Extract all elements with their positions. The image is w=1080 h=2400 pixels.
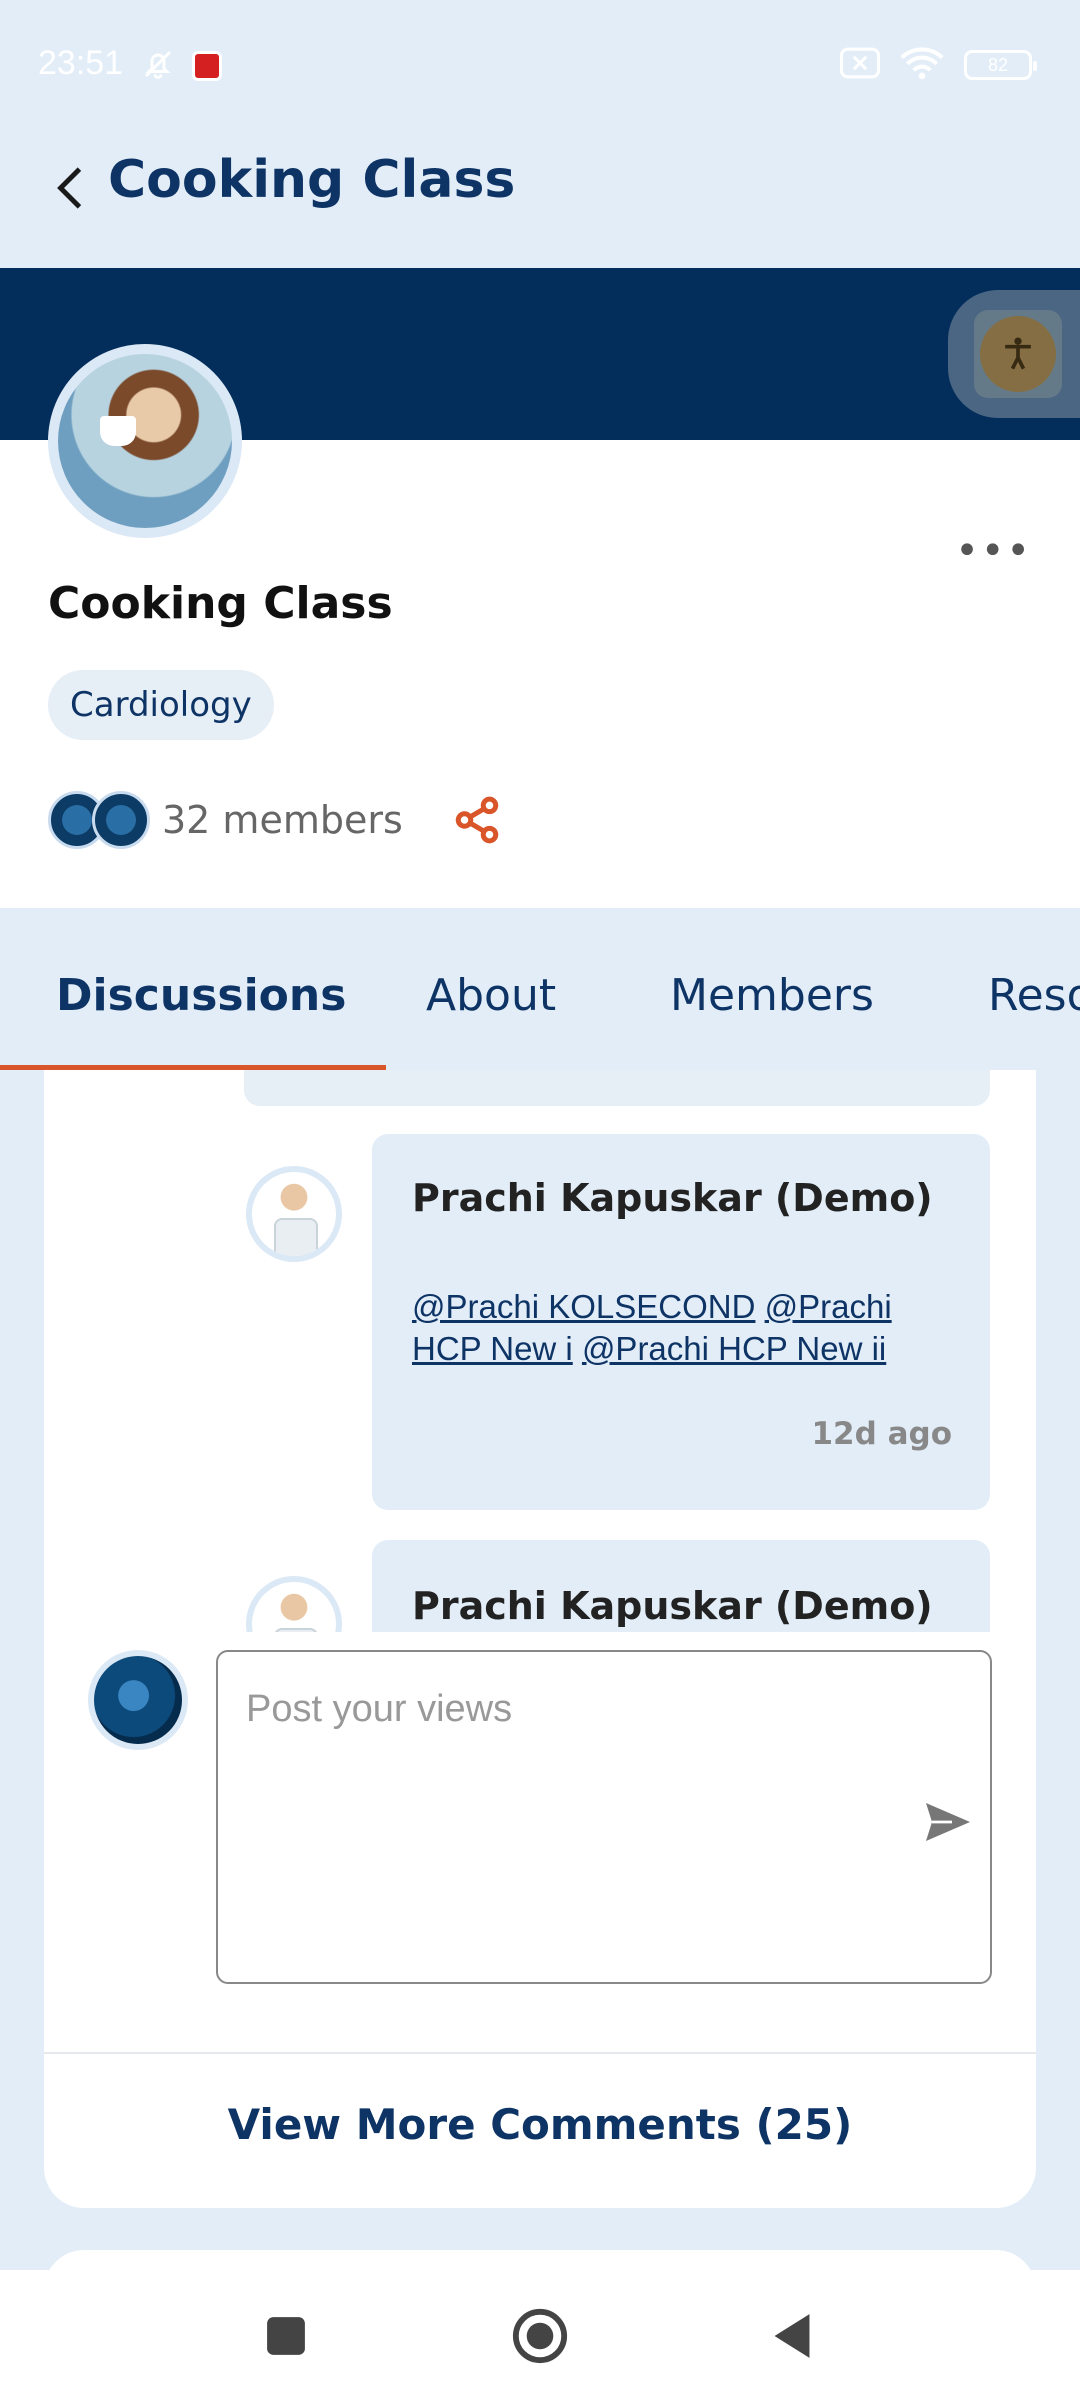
comment-item: Prachi Kapuskar (Demo) [44, 1540, 1036, 1632]
comment-text: @Prachi KOLSECOND @Prachi HCP New i @Pra… [412, 1286, 952, 1370]
commenter-avatar[interactable] [246, 1166, 342, 1262]
back-button[interactable] [40, 158, 100, 218]
send-icon [926, 1803, 970, 1841]
tab-bar: Discussions About Members Resources [0, 908, 1080, 1070]
commenter-avatar[interactable] [246, 1576, 342, 1632]
bell-off-icon [140, 46, 176, 86]
status-icons-right: 82 [840, 46, 1037, 84]
system-nav-bar [0, 2270, 1080, 2400]
app-notification-icon [192, 51, 222, 81]
wifi-icon [900, 46, 944, 84]
chevron-left-icon [57, 167, 82, 209]
previous-comment-bubble [244, 1070, 990, 1106]
discussion-card: Prachi Kapuskar (Demo) @Prachi KOLSECOND… [44, 1070, 1036, 2208]
group-name: Cooking Class [48, 578, 393, 629]
mention-link[interactable]: @Prachi KOLSECOND [412, 1288, 755, 1325]
tab-resources[interactable]: Resources [988, 970, 1080, 1021]
view-more-comments-button[interactable]: View More Comments (25) [44, 2100, 1036, 2149]
post-input[interactable]: Post your views [216, 1650, 992, 1984]
comment-bubble: Prachi Kapuskar (Demo) [372, 1540, 990, 1632]
members-row[interactable]: 32 members [48, 788, 505, 852]
current-user-avatar [88, 1650, 188, 1750]
status-bar: 23:51 82 [0, 0, 1080, 130]
specialty-tag: Cardiology [48, 670, 274, 740]
home-button[interactable] [510, 2306, 570, 2366]
accessibility-icon [980, 316, 1056, 392]
home-circle-icon [512, 2308, 568, 2364]
sim-off-icon [840, 47, 880, 83]
share-button[interactable] [449, 792, 505, 848]
send-button[interactable] [918, 1792, 978, 1852]
accessibility-widget [948, 290, 1080, 418]
tab-about[interactable]: About [426, 970, 556, 1021]
app-header: Cooking Class [0, 130, 1080, 268]
member-avatar [92, 791, 150, 849]
comment-bubble: Prachi Kapuskar (Demo) @Prachi KOLSECOND… [372, 1134, 990, 1510]
page-title: Cooking Class [108, 150, 516, 210]
tab-discussions[interactable]: Discussions [56, 970, 346, 1021]
divider [44, 2052, 1036, 2054]
status-time: 23:51 [38, 44, 124, 82]
comment-author: Prachi Kapuskar (Demo) [412, 1584, 933, 1628]
accessibility-button[interactable] [974, 310, 1062, 398]
group-avatar [48, 344, 242, 538]
share-icon [455, 796, 499, 844]
comment-composer: Post your views [44, 1650, 1036, 2130]
group-avatar-image [58, 354, 232, 528]
comment-timestamp: 12d ago [811, 1416, 952, 1452]
back-nav-button[interactable] [762, 2306, 822, 2366]
post-input-placeholder: Post your views [246, 1688, 513, 1730]
triangle-back-icon [774, 2314, 810, 2358]
comment-author: Prachi Kapuskar (Demo) [412, 1176, 933, 1220]
more-options-button[interactable]: ••• [955, 528, 1032, 574]
battery-indicator: 82 [964, 50, 1037, 80]
status-icons-left [140, 46, 222, 86]
mention-link[interactable]: @Prachi HCP New ii [582, 1330, 886, 1367]
members-count: 32 members [162, 798, 403, 842]
tab-members[interactable]: Members [670, 970, 874, 1021]
recent-apps-button[interactable] [256, 2306, 316, 2366]
square-icon [267, 2317, 305, 2355]
